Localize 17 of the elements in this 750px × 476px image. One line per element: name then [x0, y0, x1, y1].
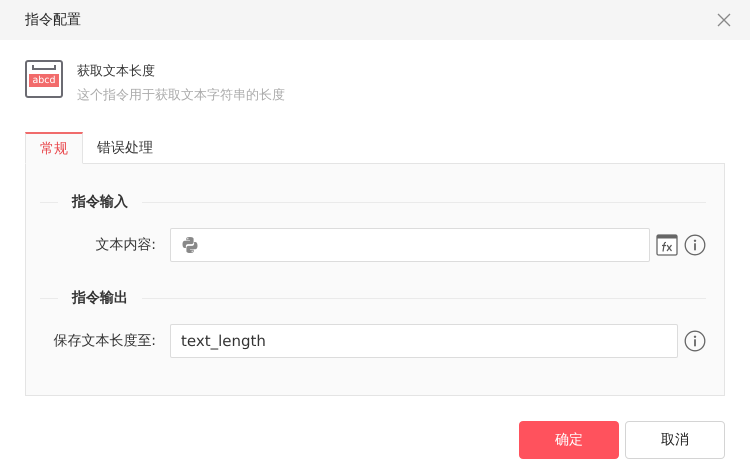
info-icon[interactable] — [684, 330, 706, 352]
section-title: 指令输出 — [72, 289, 128, 307]
window-title: 指令配置 — [25, 11, 81, 29]
input-field[interactable]: text_length — [170, 324, 678, 358]
tab[interactable]: 常规 — [25, 132, 83, 164]
command-description: 这个指令用于获取文本字符串的长度 — [77, 87, 285, 104]
cancel-button[interactable]: 取消 — [625, 421, 725, 459]
field-label: 保存文本长度至: — [52, 332, 157, 350]
text-box-icon: abcd — [25, 60, 63, 98]
close-icon[interactable] — [717, 13, 731, 27]
section-title: 指令输入 — [72, 193, 128, 211]
python-icon — [181, 236, 199, 254]
function-icon[interactable] — [656, 234, 678, 256]
command-name: 获取文本长度 — [77, 63, 156, 80]
info-icon[interactable] — [684, 234, 706, 256]
field-label: 文本内容: — [94, 236, 157, 254]
input-field[interactable] — [170, 228, 650, 262]
